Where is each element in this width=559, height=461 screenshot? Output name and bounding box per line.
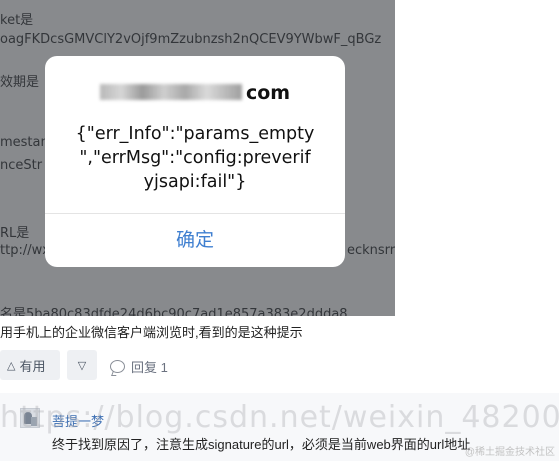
reply-bubble-icon bbox=[110, 360, 125, 373]
confirm-button[interactable]: 确定 bbox=[45, 214, 345, 267]
reply-button[interactable]: 回复 1 bbox=[110, 357, 168, 376]
bg-line-7: ttp://wx bbox=[0, 243, 50, 258]
dislike-button[interactable]: ▽ bbox=[67, 350, 97, 380]
reply-label: 回复 1 bbox=[131, 360, 168, 375]
site-watermark: @稀土掘金技术社区 bbox=[464, 447, 555, 458]
bg-line-2: oagFKDcsGMVClY2vOjf9mZzubnzsh2nQCEV9YWbw… bbox=[0, 32, 382, 47]
bg-line-3: 效期是 bbox=[0, 75, 40, 90]
reply-text: 终于找到原因了，注意生成signature的url，必须是当前web界面的url… bbox=[52, 437, 471, 452]
bg-line-6: RL是 bbox=[0, 226, 30, 241]
dialog-title: com bbox=[45, 82, 345, 106]
blurred-domain bbox=[99, 84, 242, 100]
bg-line-9: 名是5ba80c83dfde24d6bc90c7ad1e857a383e2ddd… bbox=[0, 307, 348, 316]
dialog-domain-suffix: com bbox=[245, 82, 291, 104]
like-label: 有用 bbox=[19, 358, 46, 374]
bg-line-1: ket是 bbox=[0, 13, 34, 28]
like-button[interactable]: △ 有用 bbox=[0, 350, 60, 380]
comment-text: 用手机上的企业微信客户端浏览时,看到的是这种提示 bbox=[0, 325, 303, 340]
bg-line-5: nceStr bbox=[0, 158, 43, 173]
alert-dialog: com {"err_Info":"params_empty ","errMsg"… bbox=[45, 56, 345, 267]
dialog-message: {"err_Info":"params_empty ","errMsg":"co… bbox=[75, 124, 315, 192]
embedded-screenshot: ket是 oagFKDcsGMVClY2vOjf9mZzubnzsh2nQCEV… bbox=[0, 0, 395, 316]
like-triangle-icon: △ bbox=[7, 359, 16, 372]
bg-line-8: ecknsrr/ bbox=[347, 243, 395, 258]
url-watermark: https://blog.csdn.net/weixin_48200589 bbox=[0, 400, 559, 435]
dislike-triangle-icon: ▽ bbox=[77, 359, 87, 372]
